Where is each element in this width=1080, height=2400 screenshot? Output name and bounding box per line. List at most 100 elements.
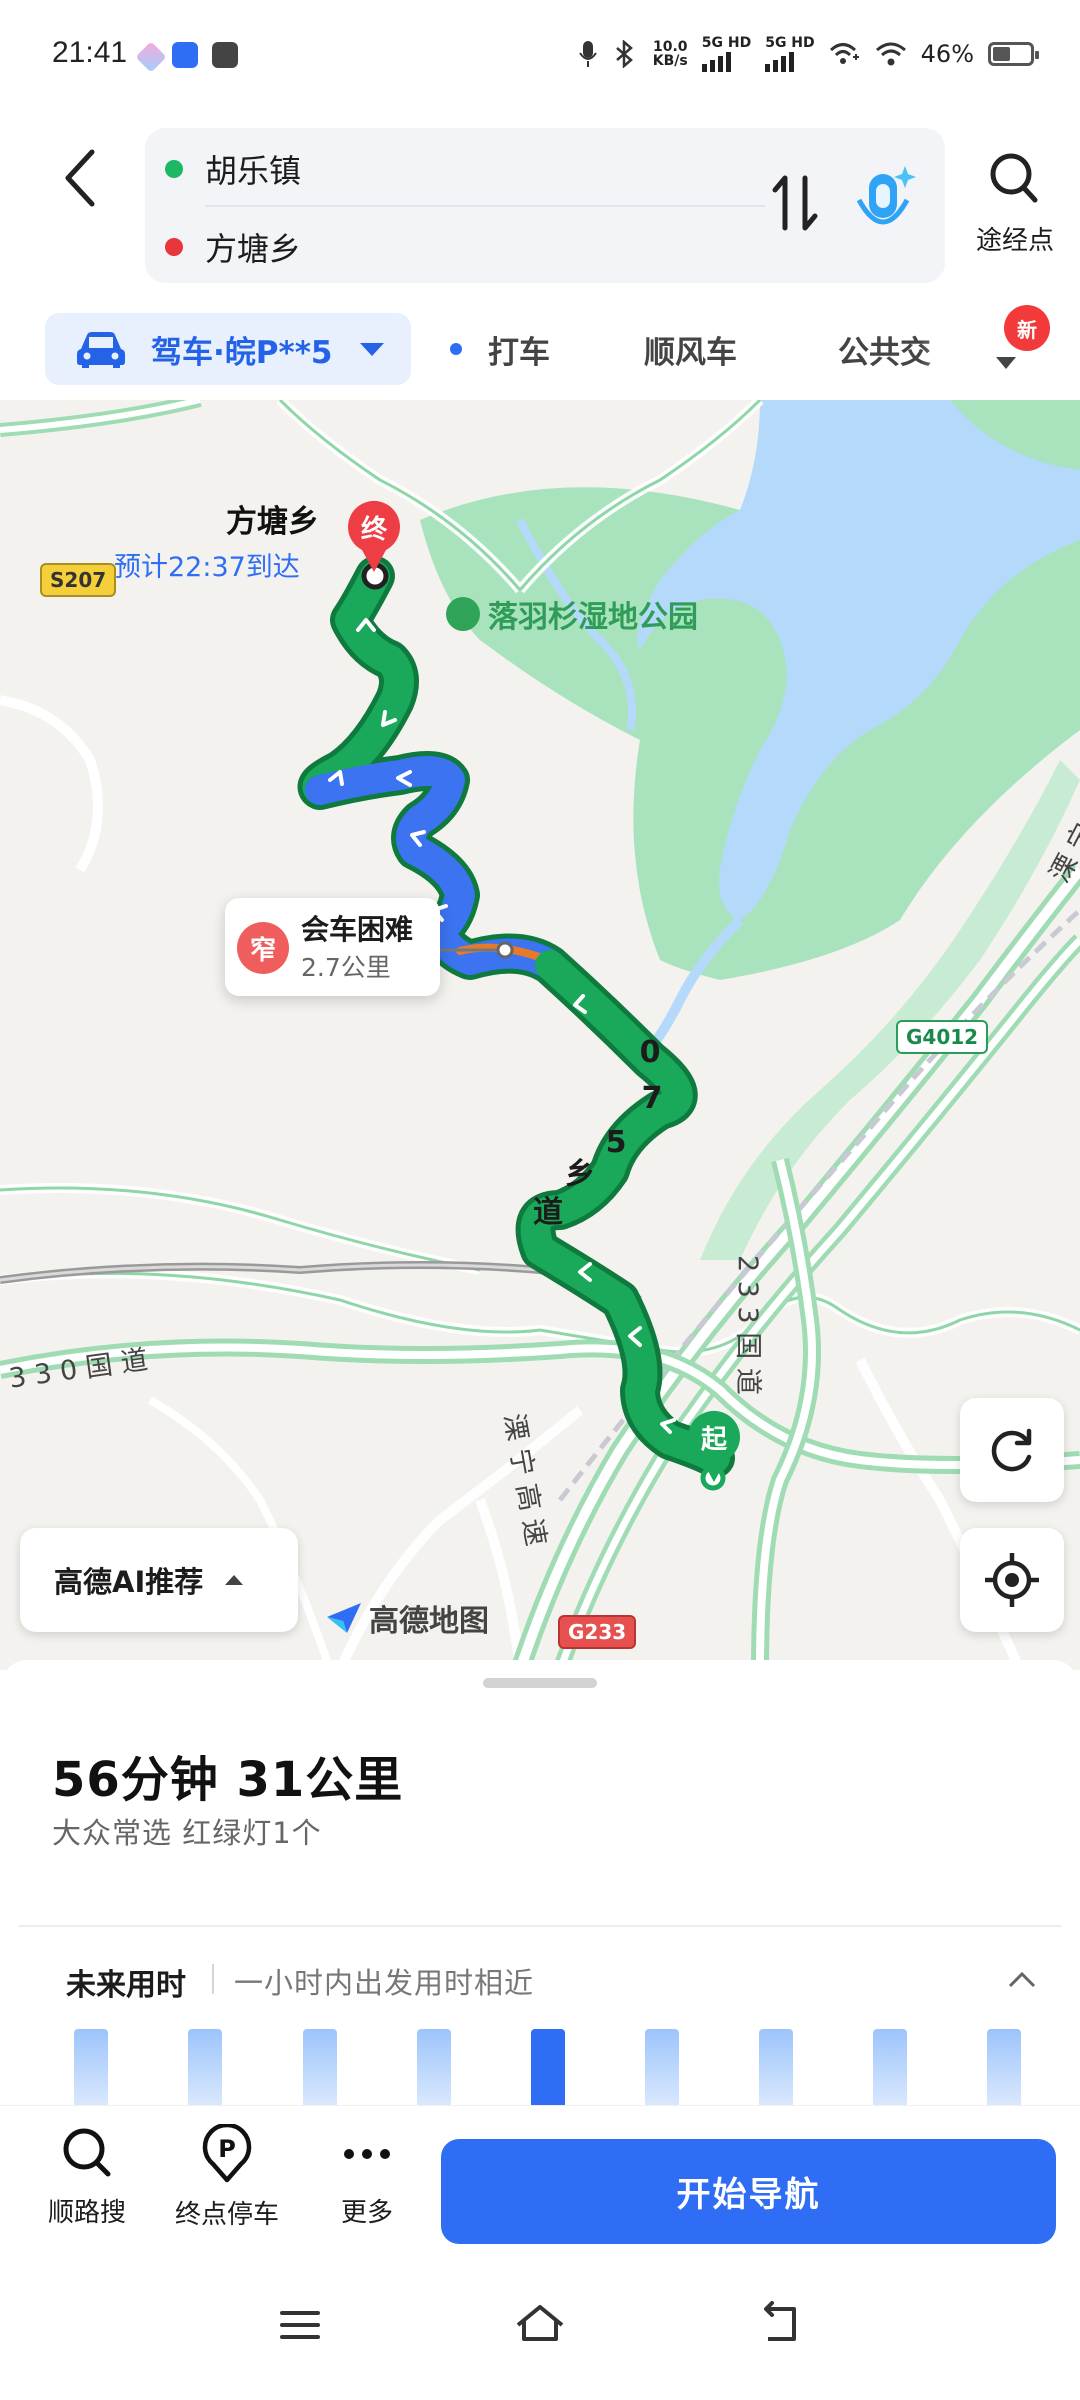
back-arrow-icon — [65, 149, 95, 207]
search-icon — [990, 153, 1038, 203]
voice-mic-icon — [856, 166, 916, 225]
chevron-up-icon — [1008, 1971, 1036, 1988]
search-icon — [63, 2128, 111, 2177]
svg-text:7: 7 — [642, 1081, 663, 1116]
destination-row[interactable]: 方塘乡 — [165, 224, 301, 270]
svg-text:终: 终 — [361, 514, 388, 545]
tab-carpool[interactable]: 顺风车 — [644, 327, 737, 372]
clock: 21:41 — [52, 36, 128, 69]
dest-parking-button[interactable]: P 终点停车 — [162, 2122, 292, 2231]
svg-text:道: 道 — [533, 1195, 563, 1230]
home-button[interactable] — [510, 2295, 570, 2355]
route-header: 胡乐镇 方塘乡 途经点 驾车·皖P**5 打车 顺风车 公共交 新 — [0, 110, 1080, 400]
parking-pin-icon: P — [202, 2122, 252, 2183]
tab-taxi[interactable]: 打车 — [488, 327, 550, 372]
shield-g4012: G4012 — [896, 1020, 989, 1054]
sim1-signal: 5G HD — [701, 36, 751, 72]
shield-s207: S207 — [40, 563, 117, 597]
net-speed: 10.0 KB/s — [652, 39, 688, 69]
route-summary-sheet: 56分钟 31公里 大众常选 红绿灯1个 未来用时 一小时内出发用时相近 — [0, 1660, 1080, 2105]
future-time-bars — [0, 2025, 1080, 2105]
home-icon — [516, 2305, 564, 2341]
future-time-title: 未来用时 — [66, 1968, 186, 2003]
tab-drive-label: 驾车·皖P**5 — [151, 334, 333, 371]
duration-distance: 56分钟 31公里 — [52, 1752, 404, 1808]
car-icon — [77, 332, 125, 368]
battery-percent: 46% — [920, 40, 974, 68]
active-dot-icon — [450, 343, 462, 355]
time-bar[interactable] — [417, 2029, 451, 2105]
separator — [212, 1964, 214, 1994]
divider — [18, 1925, 1062, 1927]
mic-status-icon — [578, 41, 597, 67]
wifi-icon — [875, 42, 906, 66]
new-badge: 新 — [1004, 305, 1050, 351]
amap-logo: 高德地图 — [325, 1596, 489, 1640]
more-label: 更多 — [340, 2198, 393, 2228]
status-right: 10.0 KB/s 5G HD 5G HD 46% — [578, 36, 1039, 72]
road-label-233: 2 3 3 国 道 — [732, 1255, 763, 1395]
swap-route-button[interactable] — [765, 168, 835, 248]
time-bar-selected[interactable] — [531, 2029, 565, 2105]
refresh-button[interactable] — [960, 1398, 1064, 1502]
tab-drive[interactable]: 驾车·皖P**5 — [45, 313, 411, 385]
origin-text: 胡乐镇 — [205, 152, 302, 190]
warning-distance: 2.7公里 — [301, 953, 391, 982]
search-along-label: 顺路搜 — [47, 2198, 126, 2228]
route-detail: 大众常选 红绿灯1个 — [52, 1816, 322, 1850]
origin-dot-icon — [165, 160, 183, 178]
route-map[interactable]: 0 7 5 乡 道 终 起 方塘乡 预计22:37到达 S207 落羽杉湿地公园… — [0, 400, 1080, 1670]
sim2-signal: 5G HD — [765, 36, 815, 72]
menu-button[interactable] — [270, 2295, 330, 2355]
tabs-fade — [920, 315, 980, 385]
time-bar[interactable] — [987, 2029, 1021, 2105]
bluetooth-icon — [615, 40, 633, 68]
ai-recommend-label: 高德AI推荐 — [54, 1565, 204, 1599]
time-bar[interactable] — [645, 2029, 679, 2105]
route-divider — [205, 205, 765, 207]
more-button[interactable]: 更多 — [302, 2124, 432, 2229]
ai-recommend-button[interactable]: 高德AI推荐 — [20, 1528, 298, 1632]
time-bar[interactable] — [759, 2029, 793, 2105]
poi-wetland-park[interactable]: 落羽杉湿地公园 — [446, 592, 698, 636]
travel-mode-tabs: 驾车·皖P**5 打车 顺风车 公共交 新 — [0, 305, 1080, 395]
route-input-box: 胡乐镇 方塘乡 — [145, 128, 945, 283]
narrow-road-warning[interactable]: 窄 会车困难 2.7公里 — [225, 898, 440, 996]
action-bar: 顺路搜 P 终点停车 更多 开始导航 — [0, 2105, 1080, 2255]
sheet-handle[interactable] — [483, 1678, 597, 1688]
more-dots-icon — [344, 2149, 390, 2159]
time-bar[interactable] — [188, 2029, 222, 2105]
search-along-button[interactable]: 顺路搜 — [22, 2124, 152, 2229]
destination-dot-icon — [165, 238, 183, 256]
signal-bars-icon — [701, 50, 751, 72]
time-bar[interactable] — [303, 2029, 337, 2105]
back-button[interactable] — [50, 140, 120, 220]
svg-text:起: 起 — [701, 1425, 728, 1455]
waypoint-label: 途经点 — [975, 226, 1054, 256]
voice-assistant-button[interactable] — [845, 158, 925, 248]
tab-transit[interactable]: 公共交 — [838, 327, 931, 372]
locate-icon — [985, 1553, 1039, 1607]
svg-text:0: 0 — [640, 1035, 661, 1070]
back-nav-button[interactable] — [750, 2295, 810, 2355]
park-icon — [446, 597, 480, 631]
refresh-icon — [991, 1428, 1032, 1472]
destination-marker: 终 — [348, 500, 400, 572]
destination-text: 方塘乡 — [205, 230, 302, 268]
hotspot-icon — [829, 43, 859, 64]
shield-g233: G233 — [558, 1615, 637, 1649]
menu-icon — [280, 2311, 320, 2339]
locate-button[interactable] — [960, 1528, 1064, 1632]
status-bar: 21:41 10.0 KB/s 5G HD 5G HD 46% — [0, 0, 1080, 110]
dest-parking-label: 终点停车 — [174, 2200, 279, 2230]
start-navigation-button[interactable]: 开始导航 — [441, 2139, 1056, 2244]
collapse-button[interactable] — [1004, 1964, 1040, 1994]
waypoint-button[interactable]: 途经点 — [960, 150, 1070, 270]
time-bar[interactable] — [74, 2029, 108, 2105]
map-app-icon — [172, 42, 198, 68]
time-bar[interactable] — [873, 2029, 907, 2105]
return-icon — [764, 2301, 796, 2341]
poi-label: 落羽杉湿地公园 — [488, 600, 698, 635]
caret-up-icon — [225, 1575, 244, 1585]
origin-row[interactable]: 胡乐镇 — [165, 146, 301, 192]
